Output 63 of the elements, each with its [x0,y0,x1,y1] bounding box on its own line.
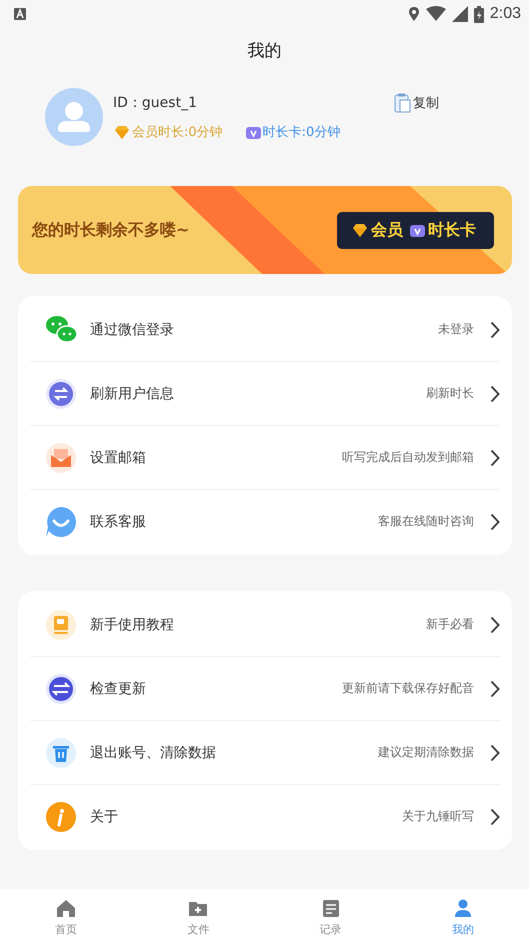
chevron-icon [490,384,500,402]
diamond-icon [113,124,131,140]
clipboard-icon [394,93,411,113]
chevron-icon [490,448,500,466]
status-time: 2:03 [490,5,521,23]
menu-label: 设置邮箱 [90,448,147,466]
tab[interactable]: 记录 [264,889,397,945]
chevron-icon [490,320,500,338]
card-time: 时长卡:0分钟 [262,124,340,141]
tab[interactable]: 文件 [132,889,264,945]
menu-item[interactable]: 新手使用教程 新手必看 [30,593,500,657]
member-time: 会员时长:0分钟 [132,124,223,141]
chevron-icon [490,808,500,826]
home-icon [55,897,78,919]
membership-button[interactable]: 会员 时长卡 [337,212,494,248]
chevron-icon [490,512,500,530]
menu-hint: 刷新时长 [426,385,474,402]
menu-hint: 关于九锤听写 [402,808,474,825]
menu-hint: 新手必看 [426,616,474,633]
chat-bubble-icon [44,504,78,538]
location-icon [408,6,420,22]
menu-item[interactable]: 检查更新 更新前请下载保存好配音 [30,657,500,721]
diamond-icon [351,222,369,238]
menu-label: 检查更新 [90,680,147,698]
chevron-icon [490,680,500,698]
battery-icon [474,6,484,22]
menu-hint: 更新前请下载保存好配音 [342,680,474,697]
envelope-icon [44,440,78,474]
menu-item[interactable]: 通过微信登录 未登录 [30,298,500,362]
wifi-icon [426,6,446,22]
menu-hint: 建议定期清除数据 [378,744,474,761]
signal-icon [452,6,468,22]
menu-item[interactable]: 刷新用户信息 刷新时长 [30,362,500,426]
info-icon [44,800,78,834]
menu-label: 关于 [90,808,119,826]
menu-hint: 客服在线随时咨询 [378,513,474,530]
menu-item[interactable]: 退出账号、清除数据 建议定期清除数据 [30,721,500,785]
page-title: 我的 [248,40,282,62]
menu-label: 联系客服 [90,512,147,530]
menu-item[interactable]: 设置邮箱 听写完成后自动发到邮箱 [30,426,500,490]
book-icon [44,608,78,642]
banner-message: 您的时长剩余不多喽~ [32,220,190,240]
menu-label: 通过微信登录 [90,320,175,338]
menu-label: 退出账号、清除数据 [90,744,217,762]
user-id: ID：guest_1 [113,94,197,112]
avatar-icon [45,88,103,146]
card-icon [409,222,426,238]
menu-hint: 听写完成后自动发到邮箱 [342,449,474,466]
menu-item[interactable]: 联系客服 客服在线随时咨询 [30,490,500,553]
tab[interactable]: 首页 [0,889,132,945]
menu-hint: 未登录 [438,321,474,338]
chevron-icon [490,616,500,634]
chevron-icon [490,744,500,762]
card-icon [244,124,262,140]
update-icon [44,672,78,706]
promo-banner[interactable]: 您的时长剩余不多喽~ 会员 时长卡 [18,186,512,274]
menu-label: 新手使用教程 [90,616,175,634]
menu-item[interactable]: 关于 关于九锤听写 [30,785,500,848]
notification-icon [14,8,26,20]
menu-label: 刷新用户信息 [90,384,175,402]
copy-button[interactable]: 复制 [394,93,439,113]
refresh-icon [44,376,78,410]
trash-icon [44,736,78,770]
